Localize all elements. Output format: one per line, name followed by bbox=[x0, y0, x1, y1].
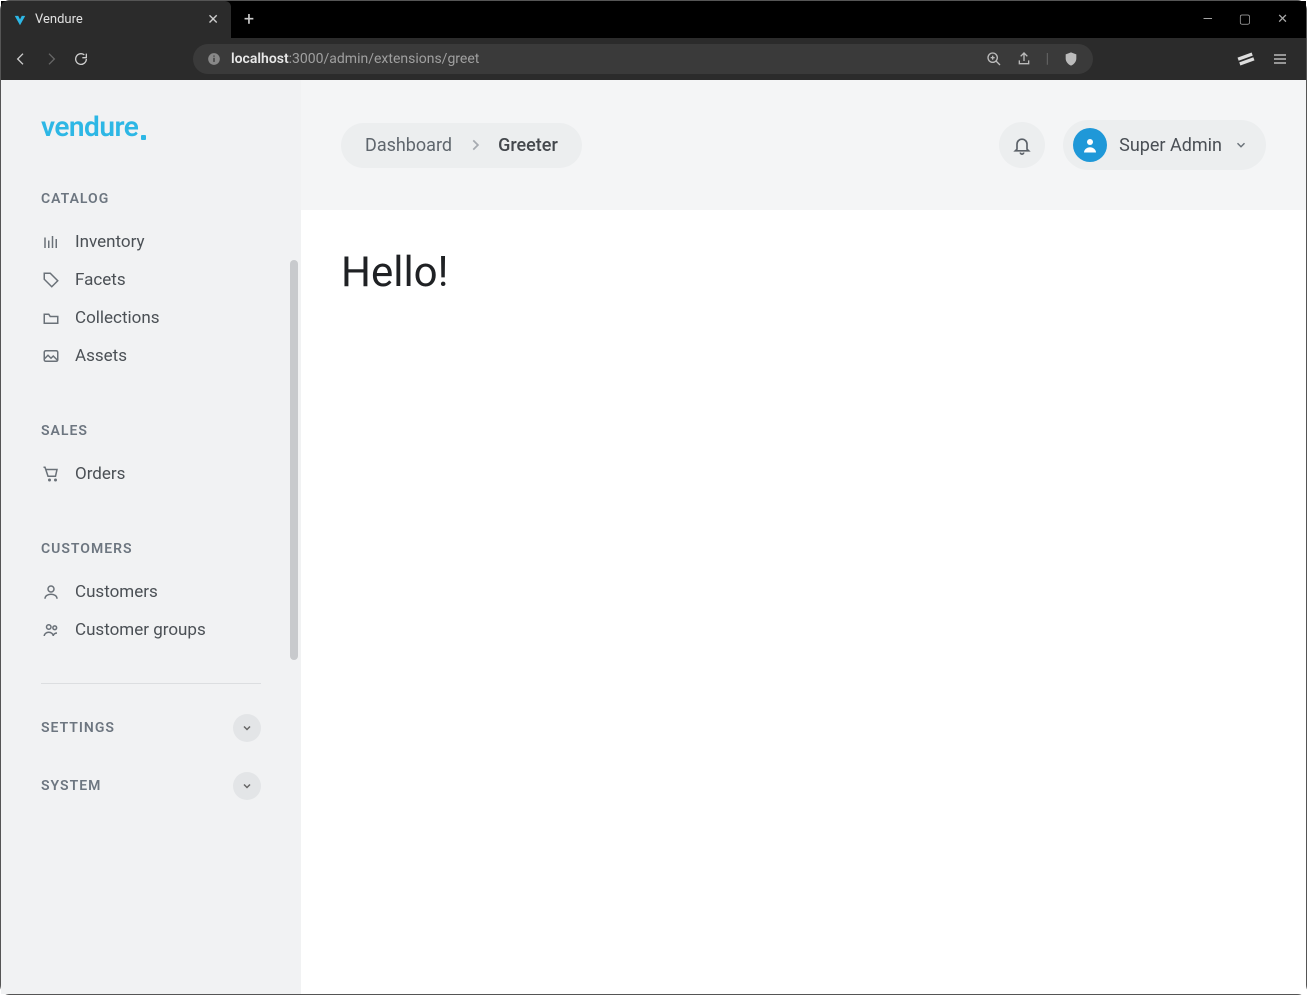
avatar bbox=[1073, 128, 1107, 162]
window-close-icon[interactable]: ✕ bbox=[1277, 12, 1288, 27]
nav-section-title: CUSTOMERS bbox=[41, 541, 261, 557]
browser-toolbar: localhost:3000/admin/extensions/greet | bbox=[1, 38, 1306, 80]
window-controls: — ▢ ✕ bbox=[1185, 1, 1306, 38]
nav-section-title: SALES bbox=[41, 423, 261, 439]
nav-section-title: SETTINGS bbox=[41, 720, 115, 736]
sidebar-item-inventory[interactable]: Inventory bbox=[41, 223, 261, 261]
tab-title: Vendure bbox=[35, 12, 199, 27]
cart-icon bbox=[41, 465, 61, 483]
window-maximize-icon[interactable]: ▢ bbox=[1239, 12, 1251, 27]
bell-icon bbox=[1012, 135, 1032, 155]
sidebar-item-orders[interactable]: Orders bbox=[41, 455, 261, 493]
sidebar-item-label: Inventory bbox=[75, 232, 145, 252]
separator: | bbox=[1046, 51, 1049, 67]
url-host: localhost bbox=[231, 51, 289, 67]
breadcrumb: Dashboard Greeter bbox=[341, 123, 582, 168]
vendure-favicon-icon bbox=[13, 13, 27, 27]
sidebar-item-label: Collections bbox=[75, 308, 160, 328]
site-info-icon[interactable] bbox=[207, 52, 221, 66]
browser-tab-strip: Vendure ✕ + — ▢ ✕ bbox=[1, 1, 1306, 38]
tag-icon bbox=[41, 271, 61, 289]
nav-section-title: CATALOG bbox=[41, 191, 261, 207]
nav-section-customers: CUSTOMERS Customers Customer groups bbox=[1, 541, 301, 649]
app-root: vendure CATALOG Inventory Facets Collect… bbox=[1, 80, 1306, 994]
browser-tab[interactable]: Vendure ✕ bbox=[1, 1, 231, 38]
share-icon[interactable] bbox=[1016, 51, 1032, 67]
person-icon bbox=[1081, 136, 1099, 154]
brand-logo[interactable]: vendure bbox=[1, 80, 301, 163]
sidebar-section-settings[interactable]: SETTINGS bbox=[1, 714, 301, 742]
page-heading: Hello! bbox=[341, 248, 1266, 297]
sidebar-item-label: Assets bbox=[75, 346, 127, 366]
shield-icon[interactable] bbox=[1063, 51, 1079, 67]
user-name: Super Admin bbox=[1119, 135, 1222, 156]
folder-icon bbox=[41, 309, 61, 327]
sidebar-section-system[interactable]: SYSTEM bbox=[1, 772, 301, 800]
sidebar-item-customer-groups[interactable]: Customer groups bbox=[41, 611, 261, 649]
breadcrumb-current: Greeter bbox=[498, 135, 558, 156]
sidebar-item-customers[interactable]: Customers bbox=[41, 573, 261, 611]
person-icon bbox=[41, 583, 61, 601]
sidebar-divider bbox=[41, 683, 261, 684]
breadcrumb-root[interactable]: Dashboard bbox=[365, 135, 452, 156]
url-path: :3000/admin/extensions/greet bbox=[289, 51, 480, 67]
notifications-button[interactable] bbox=[999, 122, 1045, 168]
chevron-right-icon bbox=[468, 138, 482, 152]
nav-section-title: SYSTEM bbox=[41, 778, 101, 794]
nav-back-button[interactable] bbox=[13, 51, 29, 67]
people-icon bbox=[41, 621, 61, 639]
nav-forward-button[interactable] bbox=[43, 51, 59, 67]
address-bar[interactable]: localhost:3000/admin/extensions/greet | bbox=[193, 44, 1093, 74]
new-tab-button[interactable]: + bbox=[231, 1, 267, 38]
sidebar-item-label: Facets bbox=[75, 270, 126, 290]
sidebar-scrollbar[interactable] bbox=[290, 260, 298, 660]
chevron-down-icon bbox=[1234, 138, 1248, 152]
sidebar: vendure CATALOG Inventory Facets Collect… bbox=[1, 80, 301, 994]
sidebar-item-label: Customer groups bbox=[75, 620, 206, 640]
topbar: Dashboard Greeter Super Admin bbox=[301, 80, 1306, 210]
nav-section-catalog: CATALOG Inventory Facets Collections Ass… bbox=[1, 191, 301, 375]
sidebar-item-facets[interactable]: Facets bbox=[41, 261, 261, 299]
page-content: Hello! bbox=[301, 210, 1306, 994]
nav-section-sales: SALES Orders bbox=[1, 423, 301, 493]
sidebar-item-label: Orders bbox=[75, 464, 125, 484]
window-minimize-icon[interactable]: — bbox=[1203, 12, 1213, 27]
extension-icon[interactable] bbox=[1236, 49, 1256, 69]
chevron-down-icon bbox=[233, 714, 261, 742]
zoom-icon[interactable] bbox=[986, 51, 1002, 67]
user-menu[interactable]: Super Admin bbox=[1063, 120, 1266, 170]
inventory-icon bbox=[41, 233, 61, 251]
sidebar-item-collections[interactable]: Collections bbox=[41, 299, 261, 337]
image-icon bbox=[41, 347, 61, 365]
main-area: Dashboard Greeter Super Admin bbox=[301, 80, 1306, 994]
nav-reload-button[interactable] bbox=[73, 51, 89, 67]
sidebar-item-assets[interactable]: Assets bbox=[41, 337, 261, 375]
chevron-down-icon bbox=[233, 772, 261, 800]
close-tab-icon[interactable]: ✕ bbox=[207, 12, 219, 28]
sidebar-item-label: Customers bbox=[75, 582, 158, 602]
browser-menu-icon[interactable] bbox=[1272, 51, 1288, 67]
